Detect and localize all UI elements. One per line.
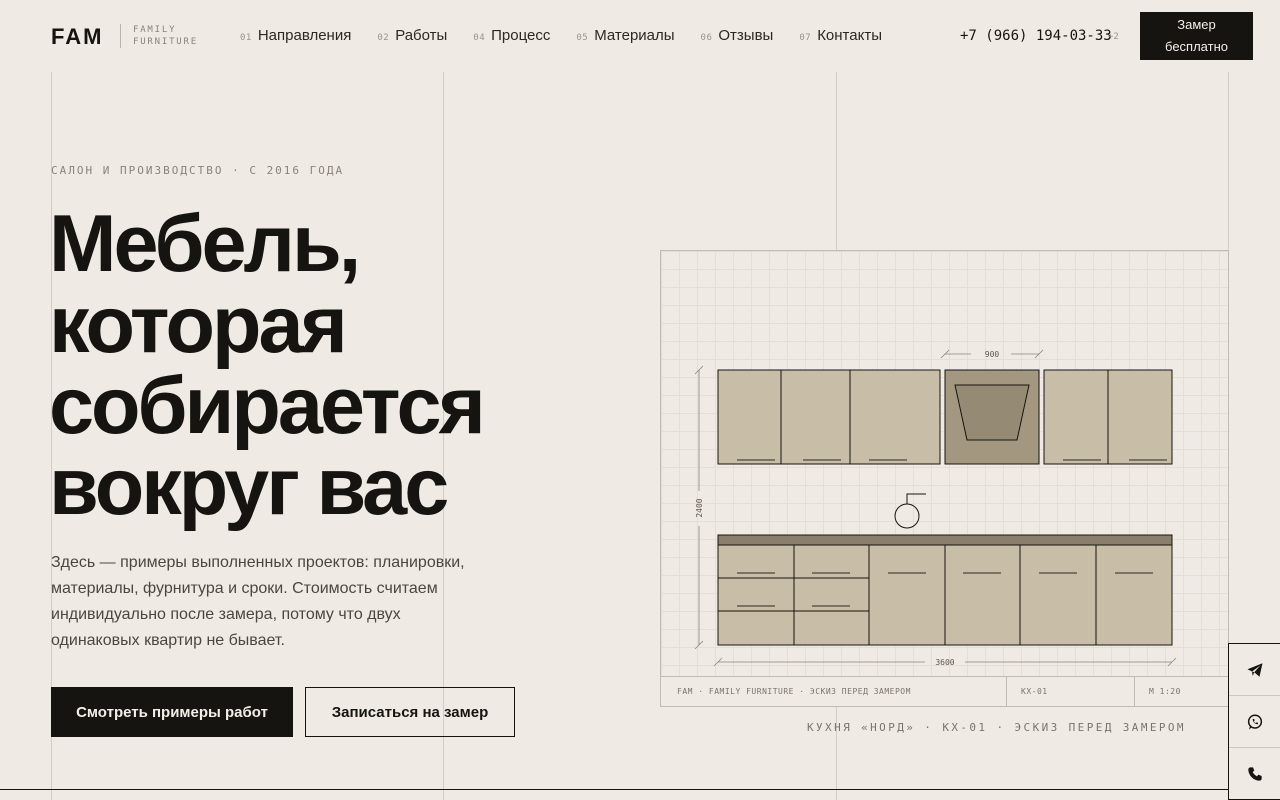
nav-label: Отзывы bbox=[718, 27, 774, 44]
faucet bbox=[894, 503, 920, 529]
phone-link[interactable]: +7 (966) 194-03-33 bbox=[960, 28, 1112, 44]
nav-number: 01 bbox=[240, 33, 252, 43]
nav-item-reviews[interactable]: 06 Отзывы bbox=[701, 27, 774, 44]
hero-title-line: которая bbox=[49, 280, 348, 370]
telegram-button[interactable] bbox=[1229, 644, 1280, 696]
hero-lead: Здесь — примеры выполненных проектов: пл… bbox=[51, 554, 465, 649]
logo[interactable]: FAM bbox=[51, 24, 103, 50]
main-nav: 01 Направления 02 Работы 04 Процесс 05 М… bbox=[240, 27, 908, 44]
nav-label: Направления bbox=[257, 27, 352, 44]
nav-number: 02 bbox=[377, 33, 390, 43]
cta-line-2: бесплатно bbox=[1165, 39, 1228, 54]
phone-icon bbox=[1248, 767, 1262, 781]
section-divider bbox=[0, 789, 1280, 790]
title-block-code: КХ-01 bbox=[1006, 677, 1048, 706]
phone-extra-count[interactable]: +2 bbox=[1108, 32, 1119, 42]
nav-number: 04 bbox=[473, 33, 486, 43]
dimension-top: 900 bbox=[985, 350, 1000, 359]
logo-subtitle: FAMILY FURNITURE bbox=[133, 24, 198, 48]
hero-title-line: Мебель, bbox=[49, 199, 361, 289]
kitchen-sketch: 900 2400 3600 FAM · FAMILY FURNITURE · Э… bbox=[660, 250, 1229, 707]
logo-subtitle-line-2: FURNITURE bbox=[133, 37, 198, 47]
whatsapp-icon bbox=[1247, 714, 1263, 729]
nav-item-works[interactable]: 02 Работы bbox=[377, 27, 447, 44]
upper-cabinet-left bbox=[717, 369, 941, 465]
hero-title-line: собирается bbox=[49, 361, 486, 451]
hero-title: Мебель, которая собирается вокруг вас bbox=[49, 204, 609, 528]
dimension-bottom: 3600 bbox=[935, 658, 954, 667]
view-works-button[interactable]: Смотреть примеры работ bbox=[51, 687, 293, 737]
side-contacts bbox=[1228, 643, 1280, 800]
hero-title-line: вокруг вас bbox=[49, 442, 449, 532]
call-button[interactable] bbox=[1229, 748, 1280, 800]
countertop bbox=[717, 534, 1173, 546]
telegram-icon bbox=[1247, 662, 1263, 677]
hero-eyebrow: САЛОН И ПРОИЗВОДСТВО · С 2016 ГОДА bbox=[51, 164, 345, 177]
nav-label: Контакты bbox=[817, 27, 882, 44]
nav-item-materials[interactable]: 05 Материалы bbox=[576, 27, 674, 44]
title-block-name: FAM · FAMILY FURNITURE · ЭСКИЗ ПЕРЕД ЗАМ… bbox=[677, 687, 911, 696]
cta-line-1: Замер bbox=[1177, 17, 1216, 32]
nav-label: Работы bbox=[395, 27, 448, 44]
nav-number: 07 bbox=[799, 33, 812, 43]
kitchen-sketch-svg: 900 2400 3600 bbox=[694, 349, 1177, 667]
title-block: FAM · FAMILY FURNITURE · ЭСКИЗ ПЕРЕД ЗАМ… bbox=[661, 676, 1228, 706]
sketch-caption: КУХНЯ «НОРД» · КХ-01 · ЭСКИЗ ПЕРЕД ЗАМЕР… bbox=[807, 721, 1186, 734]
logo-subtitle-line-1: FAMILY bbox=[133, 25, 177, 35]
nav-item-contacts[interactable]: 07 Контакты bbox=[799, 27, 882, 44]
title-block-scale: М 1:20 bbox=[1134, 677, 1181, 706]
site-header: FAM FAMILY FURNITURE 01 Направления 02 Р… bbox=[0, 0, 1280, 72]
nav-label: Процесс bbox=[491, 27, 551, 44]
logo-divider bbox=[120, 24, 121, 48]
free-measurement-button[interactable]: Замер бесплатно bbox=[1140, 12, 1253, 60]
nav-label: Материалы bbox=[594, 27, 675, 44]
nav-item-directions[interactable]: 01 Направления bbox=[240, 27, 351, 44]
nav-item-process[interactable]: 04 Процесс bbox=[473, 27, 550, 44]
nav-number: 06 bbox=[700, 33, 713, 43]
dimension-side: 2400 bbox=[695, 498, 704, 517]
whatsapp-button[interactable] bbox=[1229, 696, 1280, 748]
book-measurement-button[interactable]: Записаться на замер bbox=[305, 687, 515, 737]
nav-number: 05 bbox=[576, 33, 589, 43]
